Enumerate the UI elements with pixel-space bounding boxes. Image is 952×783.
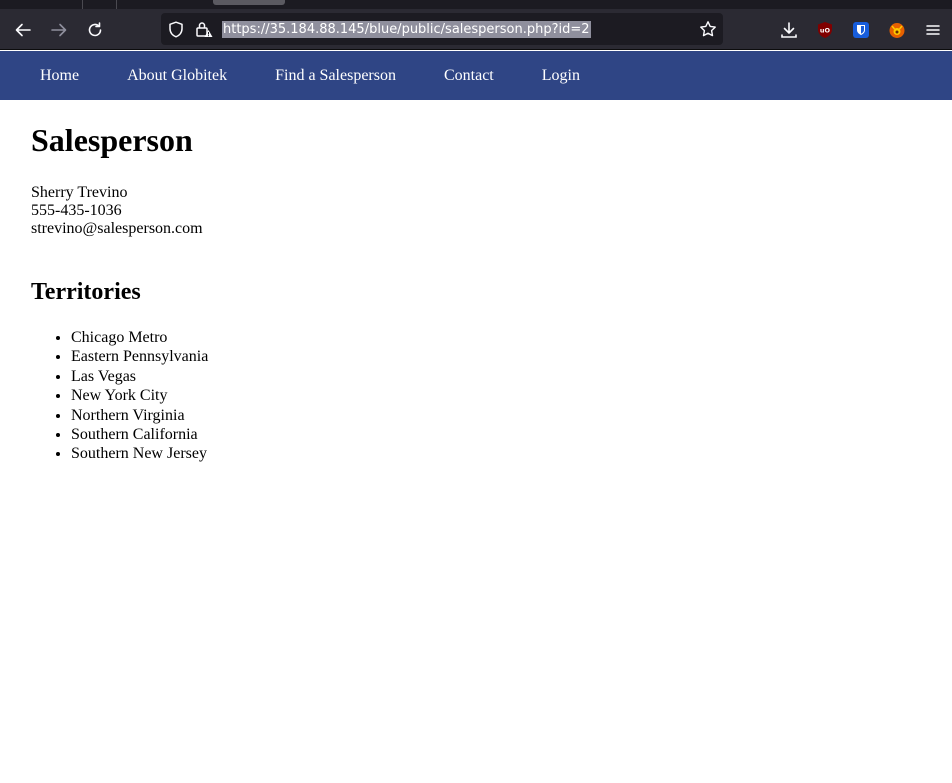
forward-arrow-icon xyxy=(51,23,67,37)
back-arrow-icon xyxy=(15,23,31,37)
contact-details: Sherry Trevino 555-435-1036 strevino@sal… xyxy=(31,184,911,238)
fox-extension-button[interactable] xyxy=(882,15,912,45)
list-item: Southern California xyxy=(71,425,911,444)
back-button[interactable] xyxy=(8,15,38,45)
list-item: Eastern Pennsylvania xyxy=(71,347,911,366)
nav-contact-link[interactable]: Contact xyxy=(444,67,494,85)
nav-about-link[interactable]: About Globitek xyxy=(127,67,227,85)
list-item: Chicago Metro xyxy=(71,328,911,347)
salesperson-phone: 555-435-1036 xyxy=(31,202,122,219)
svg-text:uO: uO xyxy=(820,27,831,35)
download-icon xyxy=(781,22,797,38)
reload-icon xyxy=(88,22,102,37)
browser-tab-strip xyxy=(0,0,952,9)
forward-button[interactable] xyxy=(44,15,74,45)
hamburger-menu-icon xyxy=(926,25,940,35)
tab-separator xyxy=(116,0,117,9)
insecure-lock-icon[interactable] xyxy=(195,20,213,43)
salesperson-name: Sherry Trevino xyxy=(31,184,128,201)
bookmark-star-icon[interactable] xyxy=(699,20,717,43)
bitwarden-shield-icon xyxy=(853,22,869,38)
list-item: Las Vegas xyxy=(71,367,911,386)
page-title: Salesperson xyxy=(31,122,193,158)
nav-login-link[interactable]: Login xyxy=(542,67,580,85)
fox-icon xyxy=(889,23,905,38)
territories-list: Chicago Metro Eastern Pennsylvania Las V… xyxy=(31,328,911,464)
downloads-button[interactable] xyxy=(774,15,804,45)
list-item: New York City xyxy=(71,386,911,405)
tab-separator xyxy=(82,0,83,9)
app-menu-button[interactable] xyxy=(918,15,948,45)
browser-toolbar: https://35.184.88.145/blue/public/salesp… xyxy=(0,9,952,50)
bitwarden-extension-button[interactable] xyxy=(846,15,876,45)
nav-home-link[interactable]: Home xyxy=(40,67,79,85)
url-bar[interactable]: https://35.184.88.145/blue/public/salesp… xyxy=(161,13,723,45)
reload-button[interactable] xyxy=(80,15,110,45)
nav-find-salesperson-link[interactable]: Find a Salesperson xyxy=(275,67,396,85)
salesperson-email: strevino@salesperson.com xyxy=(31,220,203,237)
territories-heading: Territories xyxy=(31,279,141,305)
ublock-shield-icon: uO xyxy=(818,22,832,38)
ublock-extension-button[interactable]: uO xyxy=(810,15,840,45)
site-navigation: Home About Globitek Find a Salesperson C… xyxy=(0,51,952,100)
list-item: Southern New Jersey xyxy=(71,444,911,463)
tracking-shield-icon[interactable] xyxy=(168,21,184,43)
main-content: Salesperson Sherry Trevino 555-435-1036 … xyxy=(31,100,911,464)
url-text[interactable]: https://35.184.88.145/blue/public/salesp… xyxy=(222,21,591,38)
active-tab[interactable] xyxy=(213,0,285,5)
list-item: Northern Virginia xyxy=(71,406,911,425)
